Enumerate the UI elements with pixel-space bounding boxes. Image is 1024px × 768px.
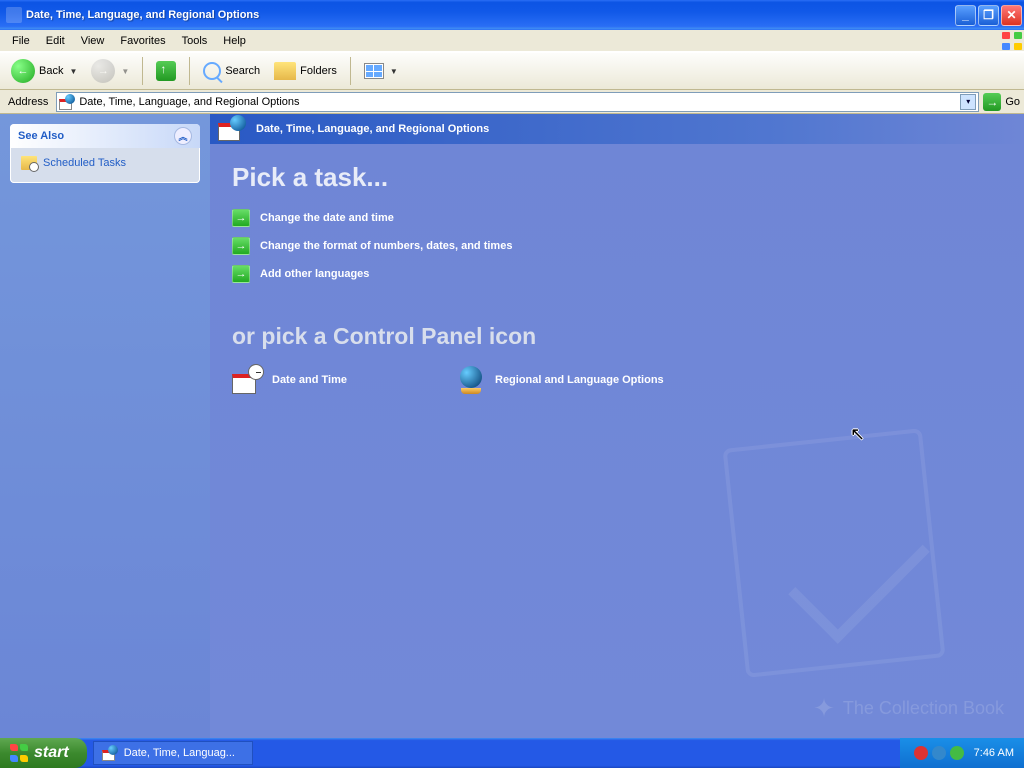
folders-button[interactable]: Folders <box>269 59 342 83</box>
app-icon <box>102 745 118 761</box>
globe-icon <box>457 366 485 394</box>
back-button[interactable]: ← Back ▼ <box>6 56 82 86</box>
search-button[interactable]: Search <box>198 59 265 83</box>
arrow-icon: → <box>232 209 250 227</box>
watermark: ✦ The Collection Book <box>813 693 1004 724</box>
task-change-format[interactable]: → Change the format of numbers, dates, a… <box>232 237 1002 255</box>
window-titlebar: Date, Time, Language, and Regional Optio… <box>0 0 1024 30</box>
date-time-icon <box>232 366 262 394</box>
tray-icon[interactable] <box>932 746 946 760</box>
regional-options-icon-link[interactable]: Regional and Language Options <box>457 366 664 394</box>
views-icon <box>364 63 384 79</box>
search-icon <box>203 62 221 80</box>
see-also-box: See Also ︽ Scheduled Tasks <box>10 124 200 183</box>
maximize-button[interactable]: ❐ <box>978 5 999 26</box>
tray-icon[interactable] <box>950 746 964 760</box>
content-area: See Also ︽ Scheduled Tasks Date, Time, L… <box>0 114 1024 738</box>
see-also-body: Scheduled Tasks <box>10 148 200 183</box>
go-icon: → <box>983 93 1001 111</box>
taskbar: start Date, Time, Languag... 7:46 AM <box>0 738 1024 768</box>
address-input[interactable]: Date, Time, Language, and Regional Optio… <box>56 92 979 112</box>
task-label: Change the format of numbers, dates, and… <box>260 240 512 252</box>
arrow-icon: → <box>232 265 250 283</box>
chevron-down-icon: ▼ <box>390 67 398 76</box>
date-time-icon-link[interactable]: Date and Time <box>232 366 347 394</box>
toolbar-separator <box>350 57 351 85</box>
collapse-icon[interactable]: ︽ <box>174 127 192 145</box>
task-label: Add other languages <box>260 268 369 280</box>
icon-label: Regional and Language Options <box>495 374 664 386</box>
menu-file[interactable]: File <box>4 33 38 49</box>
toolbar-separator <box>189 57 190 85</box>
chevron-down-icon: ▼ <box>69 67 77 76</box>
menu-edit[interactable]: Edit <box>38 33 73 49</box>
chevron-down-icon: ▼ <box>121 67 129 76</box>
background-decoration <box>734 438 1004 708</box>
system-tray: 7:46 AM <box>900 738 1024 768</box>
main-panel: Date, Time, Language, and Regional Optio… <box>210 114 1024 738</box>
task-label: Change the date and time <box>260 212 394 224</box>
window-icon <box>6 7 22 23</box>
cursor-icon: ↖ <box>850 424 865 445</box>
control-panel-icons: Date and Time Regional and Language Opti… <box>232 366 1002 394</box>
icon-label: Date and Time <box>272 374 347 386</box>
category-icon <box>218 117 246 141</box>
start-label: start <box>34 744 69 762</box>
start-button[interactable]: start <box>0 738 87 768</box>
category-title: Date, Time, Language, and Regional Optio… <box>256 123 489 135</box>
menu-help[interactable]: Help <box>215 33 254 49</box>
clock[interactable]: 7:46 AM <box>974 747 1014 759</box>
taskbar-app-button[interactable]: Date, Time, Languag... <box>93 741 253 765</box>
pick-task-heading: Pick a task... <box>232 162 1002 193</box>
address-dropdown-icon[interactable]: ▾ <box>960 94 976 110</box>
category-header: Date, Time, Language, and Regional Optio… <box>210 114 1024 144</box>
arrow-icon: → <box>232 237 250 255</box>
back-label: Back <box>39 65 63 77</box>
go-label: Go <box>1005 96 1020 108</box>
menu-tools[interactable]: Tools <box>174 33 216 49</box>
scheduled-tasks-label: Scheduled Tasks <box>43 157 126 169</box>
folders-icon <box>274 62 296 80</box>
main-body: Pick a task... → Change the date and tim… <box>210 144 1024 412</box>
minimize-button[interactable]: _ <box>955 5 976 26</box>
go-button[interactable]: → Go <box>983 93 1020 111</box>
see-also-header[interactable]: See Also ︽ <box>10 124 200 148</box>
windows-logo-icon <box>10 744 28 762</box>
window-title: Date, Time, Language, and Regional Optio… <box>26 9 953 21</box>
watermark-text: The Collection Book <box>843 698 1004 719</box>
close-button[interactable]: ✕ <box>1001 5 1022 26</box>
folder-up-icon <box>156 61 176 81</box>
tray-shield-icon[interactable] <box>914 746 928 760</box>
menu-bar: File Edit View Favorites Tools Help <box>0 30 1024 52</box>
address-bar: Address Date, Time, Language, and Region… <box>0 90 1024 114</box>
forward-button[interactable]: → ▼ <box>86 56 134 86</box>
address-value: Date, Time, Language, and Regional Optio… <box>79 96 299 108</box>
forward-icon: → <box>91 59 115 83</box>
side-panel: See Also ︽ Scheduled Tasks <box>0 114 210 738</box>
task-change-date[interactable]: → Change the date and time <box>232 209 1002 227</box>
scheduled-tasks-icon <box>21 156 37 170</box>
category-icon <box>59 94 75 110</box>
taskbar-app-label: Date, Time, Languag... <box>124 747 235 759</box>
or-pick-heading: or pick a Control Panel icon <box>232 323 1002 350</box>
address-label: Address <box>4 96 52 108</box>
scheduled-tasks-link[interactable]: Scheduled Tasks <box>21 156 189 170</box>
toolbar-separator <box>142 57 143 85</box>
back-icon: ← <box>11 59 35 83</box>
up-button[interactable] <box>151 58 181 84</box>
toolbar: ← Back ▼ → ▼ Search Folders ▼ <box>0 52 1024 90</box>
folders-label: Folders <box>300 65 337 77</box>
menu-favorites[interactable]: Favorites <box>112 33 173 49</box>
see-also-label: See Also <box>18 130 64 142</box>
task-add-languages[interactable]: → Add other languages <box>232 265 1002 283</box>
menu-view[interactable]: View <box>73 33 113 49</box>
views-button[interactable]: ▼ <box>359 60 403 82</box>
windows-flag-icon <box>1002 32 1022 50</box>
search-label: Search <box>225 65 260 77</box>
